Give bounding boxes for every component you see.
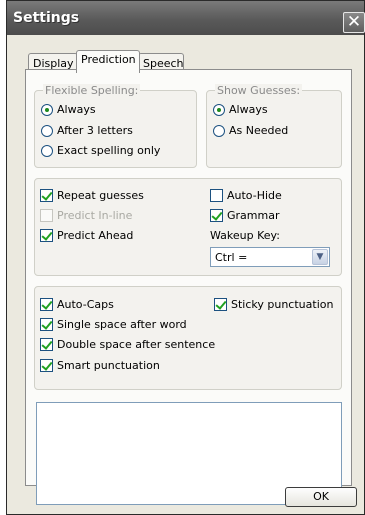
option-label: Exact spelling only — [57, 144, 161, 157]
repeat-guesses-checkbox[interactable]: Repeat guesses — [40, 189, 144, 202]
flexible-spelling-after-3-letters[interactable]: After 3 letters — [41, 124, 133, 137]
checkbox-unchecked[interactable] — [210, 189, 223, 202]
option-label: Repeat guesses — [57, 189, 144, 202]
dialog-body: Display Prediction Speech Flexible Spell… — [7, 35, 364, 514]
checkbox-checked[interactable] — [40, 359, 53, 372]
wakeup-key-label: Wakeup Key: — [210, 229, 280, 242]
wakeup-key-select[interactable]: Ctrl = ▼ — [210, 247, 330, 267]
checkbox-checked[interactable] — [40, 298, 53, 311]
option-label: Double space after sentence — [57, 338, 216, 351]
show-guesses-always[interactable]: Always — [213, 103, 268, 116]
flexible-spelling-exact[interactable]: Exact spelling only — [41, 144, 160, 157]
auto-caps-checkbox[interactable]: Auto-Caps — [40, 298, 114, 311]
radio-unselected[interactable] — [41, 144, 53, 157]
checkbox-checked[interactable] — [40, 338, 53, 351]
smart-punctuation-checkbox[interactable]: Smart punctuation — [40, 359, 160, 372]
show-guesses-as-needed[interactable]: As Needed — [213, 124, 288, 137]
flexible-spelling-legend: Flexible Spelling: — [43, 84, 141, 97]
option-label: Always — [57, 103, 96, 116]
predict-inline-checkbox: Predict In-line — [40, 209, 132, 222]
prediction-options-group: Repeat guesses Predict In-line Predict A… — [34, 178, 342, 276]
checkbox-checked[interactable] — [40, 318, 53, 331]
option-label: Predict Ahead — [57, 229, 134, 242]
sticky-punctuation-checkbox[interactable]: Sticky punctuation — [214, 298, 333, 311]
tab-label: Prediction — [81, 53, 136, 66]
text-options-group: Auto-Caps Sticky punctuation Single spac… — [34, 286, 342, 390]
radio-selected[interactable] — [213, 103, 225, 116]
auto-hide-checkbox[interactable]: Auto-Hide — [210, 189, 282, 202]
title-bar[interactable]: Settings ✕ — [7, 1, 365, 35]
checkbox-disabled — [40, 209, 53, 222]
predict-ahead-checkbox[interactable]: Predict Ahead — [40, 229, 133, 242]
checkbox-checked[interactable] — [210, 209, 223, 222]
option-label: Auto-Caps — [57, 298, 114, 311]
option-label: Auto-Hide — [227, 189, 282, 202]
prediction-tab-panel: Flexible Spelling: Always After 3 letter… — [25, 69, 352, 505]
radio-unselected[interactable] — [41, 124, 53, 137]
radio-selected[interactable] — [41, 103, 53, 116]
checkbox-checked[interactable] — [40, 189, 53, 202]
double-space-checkbox[interactable]: Double space after sentence — [40, 338, 215, 351]
close-icon: ✕ — [346, 12, 362, 32]
show-guesses-legend: Show Guesses: — [215, 84, 303, 97]
option-label: Single space after word — [57, 318, 187, 331]
single-space-checkbox[interactable]: Single space after word — [40, 318, 187, 331]
option-label: Always — [229, 103, 268, 116]
settings-window: Settings ✕ Display Prediction Speech Fle… — [6, 0, 365, 515]
option-label: Smart punctuation — [57, 359, 160, 372]
checkbox-checked[interactable] — [214, 298, 227, 311]
ok-button[interactable]: OK — [285, 487, 357, 507]
option-label: As Needed — [229, 124, 289, 137]
window-title: Settings — [13, 10, 80, 26]
wakeup-key-value: Ctrl = — [215, 251, 248, 264]
option-label: Sticky punctuation — [231, 298, 334, 311]
checkbox-checked[interactable] — [40, 229, 53, 242]
option-label: Predict In-line — [57, 209, 133, 222]
option-label: Grammar — [227, 209, 280, 222]
show-guesses-group: Show Guesses: Always As Needed — [206, 84, 342, 168]
tab-prediction[interactable]: Prediction — [76, 50, 140, 73]
grammar-checkbox[interactable]: Grammar — [210, 209, 279, 222]
chevron-down-icon[interactable]: ▼ — [312, 249, 328, 265]
close-button[interactable]: ✕ — [343, 12, 365, 33]
flexible-spelling-group: Flexible Spelling: Always After 3 letter… — [34, 84, 197, 168]
flexible-spelling-always[interactable]: Always — [41, 103, 96, 116]
option-label: After 3 letters — [57, 124, 133, 137]
radio-unselected[interactable] — [213, 124, 225, 137]
